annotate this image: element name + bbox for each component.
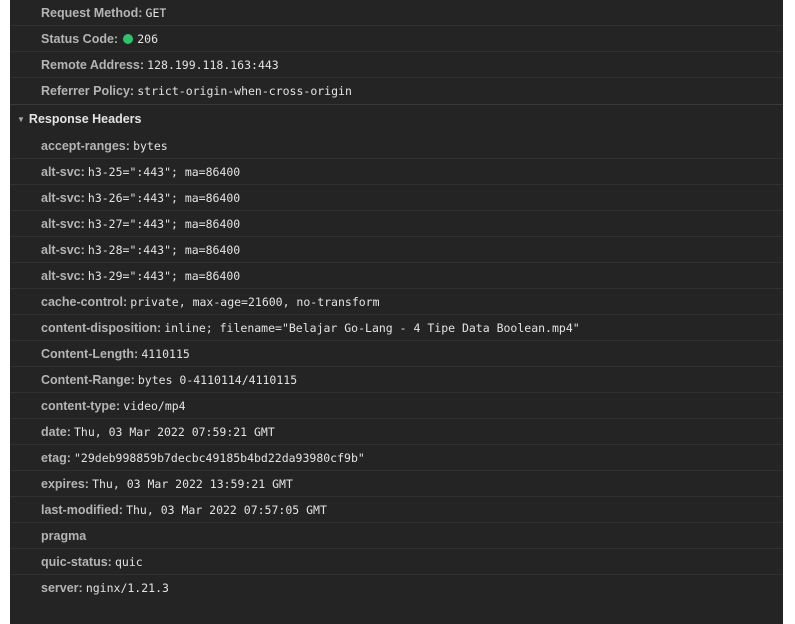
general-row-status-code: Status Code: 206	[10, 26, 783, 52]
header-value: "29deb998859b7decbc49185b4bd22da93980cf9…	[74, 451, 365, 465]
header-key: server:	[41, 581, 83, 595]
header-value: h3-29=":443"; ma=86400	[87, 269, 241, 283]
header-key: expires:	[41, 477, 89, 491]
response-headers-list: accept-ranges: bytes alt-svc: h3-25=":443…	[10, 133, 783, 601]
header-value: bytes 0-4110114/4110115	[137, 373, 298, 387]
header-key: last-modified:	[41, 503, 123, 517]
header-key: alt-svc:	[41, 269, 85, 283]
response-header-row: alt-svc: h3-29=":443"; ma=86400	[10, 263, 783, 289]
general-row-remote-address: Remote Address: 128.199.118.163:443	[10, 52, 783, 78]
header-key: content-type:	[41, 399, 121, 413]
header-value: Thu, 03 Mar 2022 07:59:21 GMT	[74, 425, 275, 439]
header-key: date:	[41, 425, 71, 439]
devtools-headers-panel: Request Method: GET Status Code: 206 Rem…	[10, 0, 783, 624]
response-header-row: date: Thu, 03 Mar 2022 07:59:21 GMT	[10, 419, 783, 445]
response-header-row: content-type: video/mp4	[10, 393, 783, 419]
response-header-row: accept-ranges: bytes	[10, 133, 783, 159]
header-key: Status Code:	[41, 32, 119, 46]
general-section: Request Method: GET Status Code: 206 Rem…	[10, 0, 783, 104]
header-key: Content-Range:	[41, 373, 135, 387]
response-header-row: last-modified: Thu, 03 Mar 2022 07:57:05…	[10, 497, 783, 523]
triangle-down-icon: ▼	[17, 115, 25, 124]
header-value: Thu, 03 Mar 2022 13:59:21 GMT	[92, 477, 293, 491]
header-value: h3-27=":443"; ma=86400	[87, 217, 241, 231]
header-value: 128.199.118.163:443	[147, 58, 279, 72]
header-key: Referrer Policy:	[41, 84, 135, 98]
header-value: inline; filename="Belajar Go-Lang - 4 Ti…	[164, 321, 580, 335]
header-value: Thu, 03 Mar 2022 07:57:05 GMT	[126, 503, 327, 517]
response-header-row: quic-status: quic	[10, 549, 783, 575]
response-headers-toggle[interactable]: ▼ Response Headers	[10, 104, 783, 133]
header-key: etag:	[41, 451, 71, 465]
header-value: h3-26=":443"; ma=86400	[87, 191, 241, 205]
header-key: alt-svc:	[41, 217, 85, 231]
header-key: Request Method:	[41, 6, 143, 20]
header-key: content-disposition:	[41, 321, 162, 335]
response-header-row: cache-control: private, max-age=21600, n…	[10, 289, 783, 315]
response-header-row: content-disposition: inline; filename="B…	[10, 315, 783, 341]
header-value: bytes	[133, 139, 168, 153]
response-header-row: pragma	[10, 523, 783, 549]
response-header-row: Content-Length: 4110115	[10, 341, 783, 367]
header-key: alt-svc:	[41, 191, 85, 205]
header-value: 206	[137, 32, 158, 46]
header-key: Content-Length:	[41, 347, 139, 361]
response-header-row: Content-Range: bytes 0-4110114/4110115	[10, 367, 783, 393]
header-key: accept-ranges:	[41, 139, 130, 153]
response-header-row: alt-svc: h3-28=":443"; ma=86400	[10, 237, 783, 263]
header-value: private, max-age=21600, no-transform	[130, 295, 380, 309]
header-key: quic-status:	[41, 555, 112, 569]
header-key: cache-control:	[41, 295, 128, 309]
status-ok-dot-icon	[123, 34, 134, 44]
response-header-row: etag: "29deb998859b7decbc49185b4bd22da93…	[10, 445, 783, 471]
general-row-referrer-policy: Referrer Policy: strict-origin-when-cros…	[10, 78, 783, 104]
header-value: nginx/1.21.3	[85, 581, 169, 595]
header-value: video/mp4	[123, 399, 186, 413]
header-key: pragma	[41, 529, 87, 543]
general-row-request-method: Request Method: GET	[10, 0, 783, 26]
header-key: Remote Address:	[41, 58, 145, 72]
header-value: quic	[114, 555, 143, 569]
header-value: GET	[145, 6, 167, 20]
header-value: h3-25=":443"; ma=86400	[87, 165, 241, 179]
section-title: Response Headers	[28, 112, 142, 126]
header-value: 4110115	[141, 347, 190, 361]
header-value: h3-28=":443"; ma=86400	[87, 243, 241, 257]
header-value: strict-origin-when-cross-origin	[137, 84, 352, 98]
header-key: alt-svc:	[41, 243, 85, 257]
response-header-row: alt-svc: h3-25=":443"; ma=86400	[10, 159, 783, 185]
header-key: alt-svc:	[41, 165, 85, 179]
response-header-row: alt-svc: h3-26=":443"; ma=86400	[10, 185, 783, 211]
response-header-row: server: nginx/1.21.3	[10, 575, 783, 601]
response-header-row: expires: Thu, 03 Mar 2022 13:59:21 GMT	[10, 471, 783, 497]
response-header-row: alt-svc: h3-27=":443"; ma=86400	[10, 211, 783, 237]
